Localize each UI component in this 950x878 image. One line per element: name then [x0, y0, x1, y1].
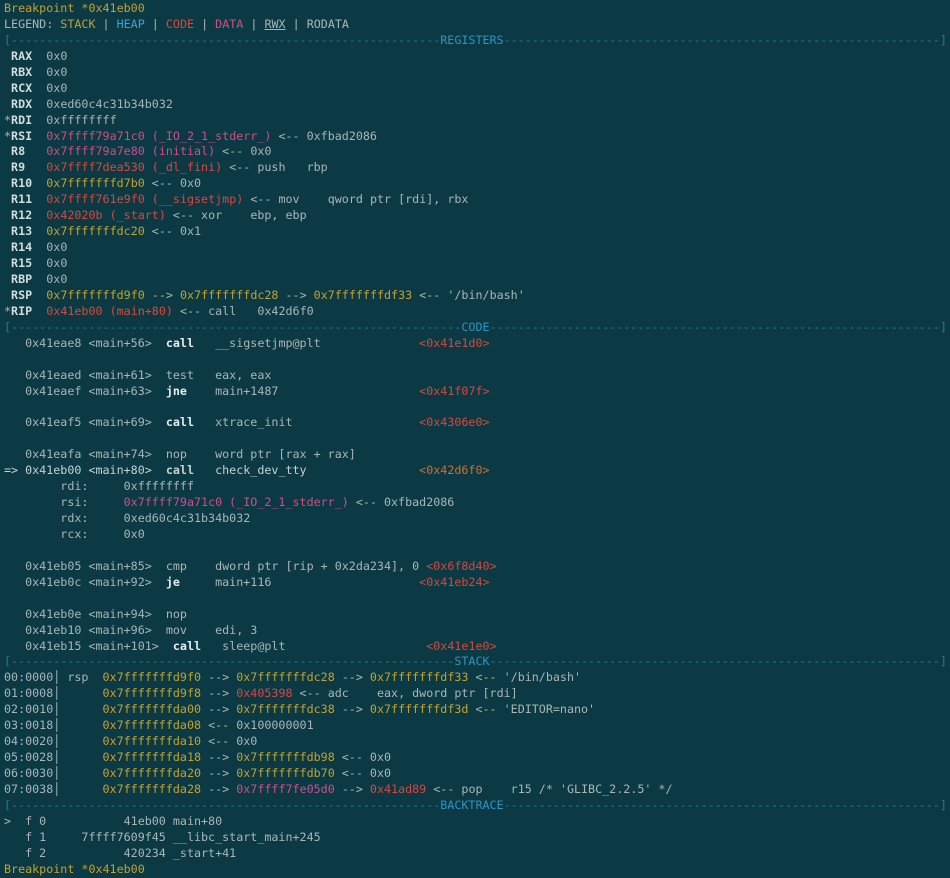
section-divider: [---------------------------------------…: [4, 33, 440, 47]
register-row-rbp: RBP 0x0: [4, 272, 950, 288]
code-line-main+63: 0x41eaef <main+63> jne main+1487 <0x41f0…: [4, 384, 950, 400]
section-title: STACK: [454, 654, 489, 668]
register-row-r11: R11 0x7ffff761e9f0 (__sigsetjmp) <-- mov…: [4, 192, 950, 208]
register-row-r13: R13 0x7fffffffdc20 <-- 0x1: [4, 224, 950, 240]
backtrace-frame-0: > f 0 41eb00 main+80: [4, 814, 950, 830]
section-title: CODE: [461, 320, 489, 334]
section-divider: [---------------------------------------…: [4, 654, 454, 668]
section-divider: ----------------------------------------…: [490, 320, 947, 334]
register-row-r12: R12 0x42020b (_start) <-- xor ebp, ebp: [4, 208, 950, 224]
code-line-main+92: 0x41eb0c <main+92> je main+116 <0x41eb24…: [4, 575, 950, 591]
register-row-r15: R15 0x0: [4, 256, 950, 272]
code-line-main+94: 0x41eb0e <main+94> nop: [4, 607, 950, 623]
register-row-rbx: RBX 0x0: [4, 65, 950, 81]
register-row-rcx: RCX 0x0: [4, 81, 950, 97]
code-line-main+74: 0x41eafa <main+74> nop word ptr [rax + r…: [4, 447, 950, 463]
code-blank-line: [4, 543, 950, 559]
backtrace-section-header: [---------------------------------------…: [4, 798, 950, 814]
register-row-rip: *RIP 0x41eb00 (main+80) <-- call 0x42d6f…: [4, 304, 950, 320]
code-line-main+56: 0x41eae8 <main+56> call __sigsetjmp@plt …: [4, 336, 950, 352]
call-arg-rcx: rcx: 0x0: [4, 527, 950, 543]
code-line-main+85: 0x41eb05 <main+85> cmp dword ptr [rip + …: [4, 559, 950, 575]
breakpoint-message-bottom: Breakpoint *0x41eb00: [4, 862, 950, 878]
register-row-r9: R9 0x7ffff7dea530 (_dl_fini) <-- push rb…: [4, 160, 950, 176]
section-divider: ----------------------------------------…: [504, 33, 947, 47]
code-line-main+101: 0x41eb15 <main+101> call sleep@plt <0x41…: [4, 639, 950, 655]
code-line-main+61: 0x41eaed <main+61> test eax, eax: [4, 368, 950, 384]
register-row-rax: RAX 0x0: [4, 49, 950, 65]
stack-row-5: 05:0028│ 0x7fffffffda18 --> 0x7fffffffdb…: [4, 750, 950, 766]
legend-row: LEGEND: STACK | HEAP | CODE | DATA | RWX…: [4, 17, 950, 33]
code-blank-line: [4, 591, 950, 607]
section-divider: [---------------------------------------…: [4, 798, 440, 812]
call-arg-rdx: rdx: 0xed60c4c31b34b032: [4, 511, 950, 527]
stack-row-0: 00:0000│ rsp 0x7fffffffd9f0 --> 0x7fffff…: [4, 670, 950, 686]
code-line-current: => 0x41eb00 <main+80> call check_dev_tty…: [4, 463, 950, 479]
backtrace-frame-1: f 1 7ffff7609f45 __libc_start_main+245: [4, 830, 950, 846]
breakpoint-message-top: Breakpoint *0x41eb00: [4, 1, 950, 17]
code-section-header: [---------------------------------------…: [4, 320, 950, 336]
register-row-r14: R14 0x0: [4, 240, 950, 256]
stack-row-3: 03:0018│ 0x7fffffffda08 <-- 0x100000001: [4, 718, 950, 734]
code-line-main+69: 0x41eaf5 <main+69> call xtrace_init <0x4…: [4, 415, 950, 431]
section-title: REGISTERS: [440, 33, 503, 47]
stack-row-2: 02:0010│ 0x7fffffffda00 --> 0x7fffffffdc…: [4, 702, 950, 718]
call-arg-rsi: rsi: 0x7ffff79a71c0 (_IO_2_1_stderr_) <-…: [4, 495, 950, 511]
code-blank-line: [4, 399, 950, 415]
registers-section-header: [---------------------------------------…: [4, 33, 950, 49]
section-divider: ----------------------------------------…: [490, 654, 947, 668]
stack-row-1: 01:0008│ 0x7fffffffd9f8 --> 0x405398 <--…: [4, 686, 950, 702]
stack-row-6: 06:0030│ 0x7fffffffda20 --> 0x7fffffffdb…: [4, 766, 950, 782]
register-row-rsi: *RSI 0x7ffff79a71c0 (_IO_2_1_stderr_) <-…: [4, 129, 950, 145]
backtrace-frame-2: f 2 420234 _start+41: [4, 846, 950, 862]
register-row-rdi: *RDI 0xffffffff: [4, 113, 950, 129]
section-title: BACKTRACE: [440, 798, 503, 812]
register-row-rdx: RDX 0xed60c4c31b34b032: [4, 97, 950, 113]
stack-row-7: 07:0038│ 0x7fffffffda28 --> 0x7ffff7fe05…: [4, 782, 950, 798]
section-divider: ----------------------------------------…: [504, 798, 947, 812]
register-row-r8: R8 0x7ffff79a7e80 (initial) <-- 0x0: [4, 144, 950, 160]
stack-section-header: [---------------------------------------…: [4, 654, 950, 670]
stack-row-4: 04:0020│ 0x7fffffffda10 <-- 0x0: [4, 734, 950, 750]
code-blank-line: [4, 352, 950, 368]
code-line-main+96: 0x41eb10 <main+96> mov edi, 3: [4, 623, 950, 639]
register-row-r10: R10 0x7fffffffd7b0 <-- 0x0: [4, 176, 950, 192]
code-blank-line: [4, 431, 950, 447]
register-row-rsp: RSP 0x7fffffffd9f0 --> 0x7fffffffdc28 --…: [4, 288, 950, 304]
call-arg-rdi: rdi: 0xffffffff: [4, 479, 950, 495]
debugger-terminal[interactable]: Breakpoint *0x41eb00LEGEND: STACK | HEAP…: [0, 0, 950, 878]
section-divider: [---------------------------------------…: [4, 320, 461, 334]
